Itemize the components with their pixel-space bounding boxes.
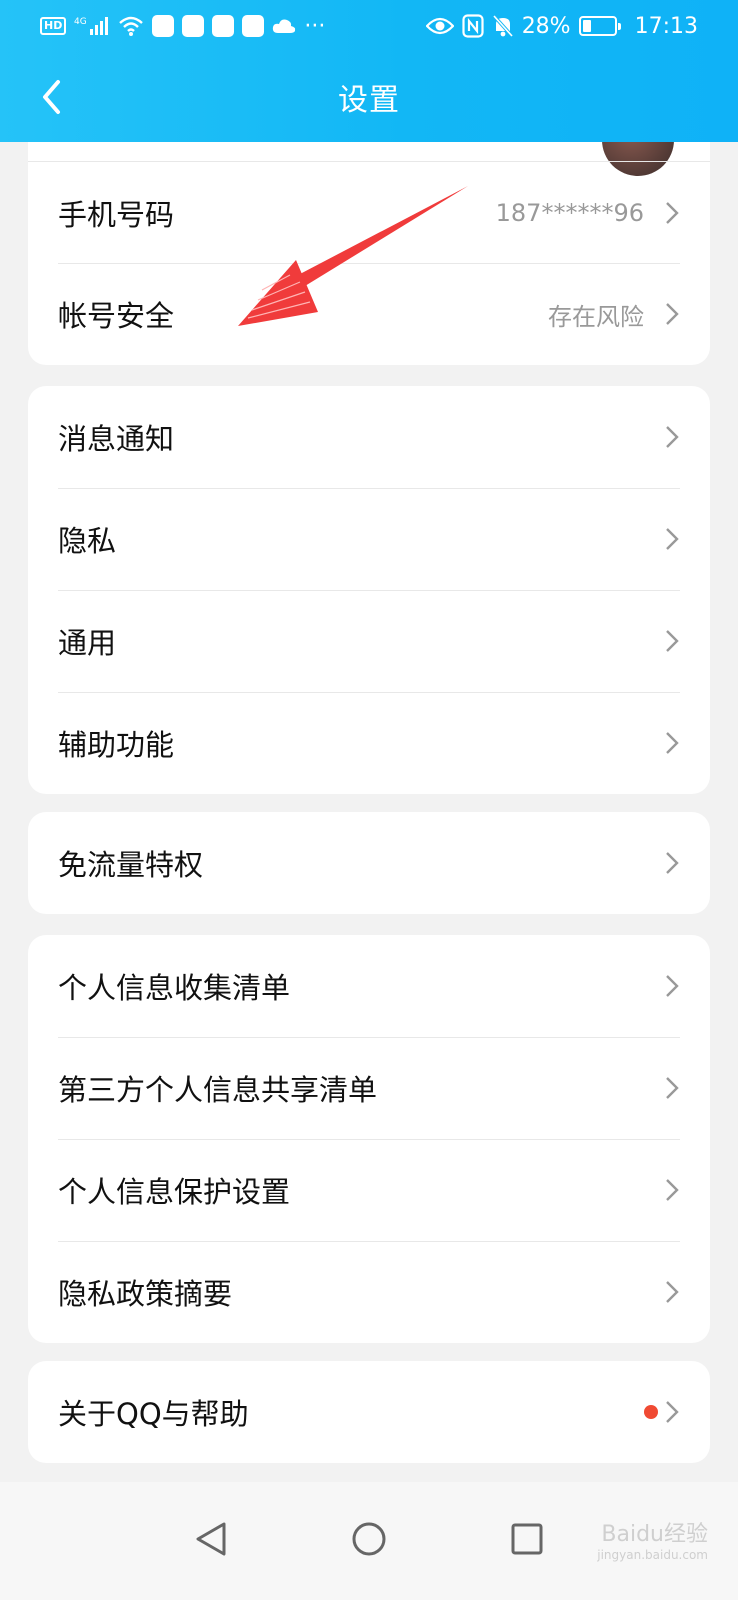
- mute-bell-icon: [492, 14, 514, 38]
- chevron-right-icon: [664, 527, 680, 551]
- chevron-right-icon: [664, 302, 680, 326]
- chevron-right-icon: [664, 425, 680, 449]
- battery-percent: 28%: [521, 13, 571, 39]
- hd-badge: HD: [40, 17, 67, 35]
- square-recents-icon: [511, 1523, 543, 1555]
- row-label: 隐私: [58, 524, 117, 558]
- music-icon: [182, 15, 205, 37]
- row-free-data-privilege[interactable]: 免流量特权: [28, 812, 710, 914]
- chevron-right-icon: [664, 731, 680, 755]
- data-card: 免流量特权: [28, 812, 710, 914]
- title-bar: 设置: [0, 52, 738, 142]
- chevron-right-icon: [664, 201, 680, 225]
- chevron-right-icon: [664, 1076, 680, 1100]
- nav-back-button[interactable]: [176, 1504, 246, 1574]
- row-label: 消息通知: [58, 422, 175, 456]
- row-label: 通用: [58, 626, 117, 660]
- row-label: 隐私政策摘要: [58, 1277, 233, 1311]
- row-label: 免流量特权: [58, 848, 204, 882]
- chevron-right-icon: [664, 851, 680, 875]
- baidu-watermark: Baidu经验 jingyan.baidu.com: [597, 1522, 708, 1563]
- row-account-security[interactable]: 帐号安全 存在风险: [28, 263, 710, 365]
- chevron-right-icon: [664, 1178, 680, 1202]
- row-message-notifications[interactable]: 消息通知: [28, 386, 710, 488]
- signal-icon: 4G: [74, 15, 110, 37]
- system-nav-bar: Baidu经验 jingyan.baidu.com: [0, 1482, 738, 1600]
- row-about-qq-help[interactable]: 关于QQ与帮助: [28, 1361, 710, 1463]
- row-personal-info-protection[interactable]: 个人信息保护设置: [28, 1139, 710, 1241]
- app-header: HD 4G ··· 28% 17:13 设置: [0, 0, 738, 142]
- back-button[interactable]: [26, 72, 76, 122]
- nfc-icon: [462, 14, 484, 38]
- triangle-back-icon: [196, 1522, 226, 1556]
- cloud-icon: [272, 17, 296, 35]
- security-status-value: 存在风险: [548, 302, 644, 331]
- row-third-party-sharing[interactable]: 第三方个人信息共享清单: [28, 1037, 710, 1139]
- row-privacy[interactable]: 隐私: [28, 488, 710, 590]
- chevron-right-icon: [664, 974, 680, 998]
- row-label: 第三方个人信息共享清单: [58, 1073, 378, 1107]
- page-title: 设置: [338, 83, 400, 118]
- row-label: 帐号安全: [58, 299, 175, 333]
- chevron-right-icon: [664, 1280, 680, 1304]
- circle-home-icon: [352, 1522, 386, 1556]
- phone-number-value: 187******96: [495, 198, 644, 227]
- more-notifications: ···: [304, 13, 326, 39]
- network-type: 4G: [74, 17, 87, 27]
- chevron-right-icon: [664, 629, 680, 653]
- watermark-url: jingyan.baidu.com: [597, 1548, 708, 1563]
- nav-recents-button[interactable]: [492, 1504, 562, 1574]
- chevron-left-icon: [43, 80, 60, 114]
- app-notification-icon-2: [242, 15, 265, 37]
- row-label: 辅助功能: [58, 728, 175, 762]
- new-badge-dot: [644, 1405, 658, 1419]
- nav-home-button[interactable]: [334, 1504, 404, 1574]
- row-label: 手机号码: [58, 197, 175, 232]
- status-bar: HD 4G ··· 28% 17:13: [0, 0, 738, 52]
- watermark-text: Baidu经验: [601, 1522, 708, 1547]
- row-personal-info-collection[interactable]: 个人信息收集清单: [28, 935, 710, 1037]
- row-label: 个人信息收集清单: [58, 971, 291, 1005]
- chevron-right-icon: [664, 1400, 680, 1424]
- app-notification-icon-1: [152, 15, 175, 37]
- privacy-card: 个人信息收集清单 第三方个人信息共享清单 个人信息保护设置 隐私政策摘要: [28, 935, 710, 1343]
- weather-icon: [212, 15, 235, 37]
- row-accessibility[interactable]: 辅助功能: [28, 692, 710, 794]
- row-phone-number[interactable]: 手机号码 187******96: [28, 161, 710, 263]
- battery-icon: [578, 16, 621, 36]
- row-label: 个人信息保护设置: [58, 1175, 291, 1209]
- about-card: 关于QQ与帮助: [28, 1361, 710, 1463]
- wifi-icon: [118, 15, 144, 37]
- row-general[interactable]: 通用: [28, 590, 710, 692]
- status-right: 28% 17:13: [425, 13, 698, 39]
- eye-icon: [425, 16, 454, 36]
- clock-time: 17:13: [634, 13, 698, 39]
- general-card: 消息通知 隐私 通用 辅助功能: [28, 386, 710, 794]
- row-privacy-policy-summary[interactable]: 隐私政策摘要: [28, 1241, 710, 1343]
- row-label: 关于QQ与帮助: [58, 1397, 249, 1431]
- status-left: HD 4G ···: [40, 14, 325, 39]
